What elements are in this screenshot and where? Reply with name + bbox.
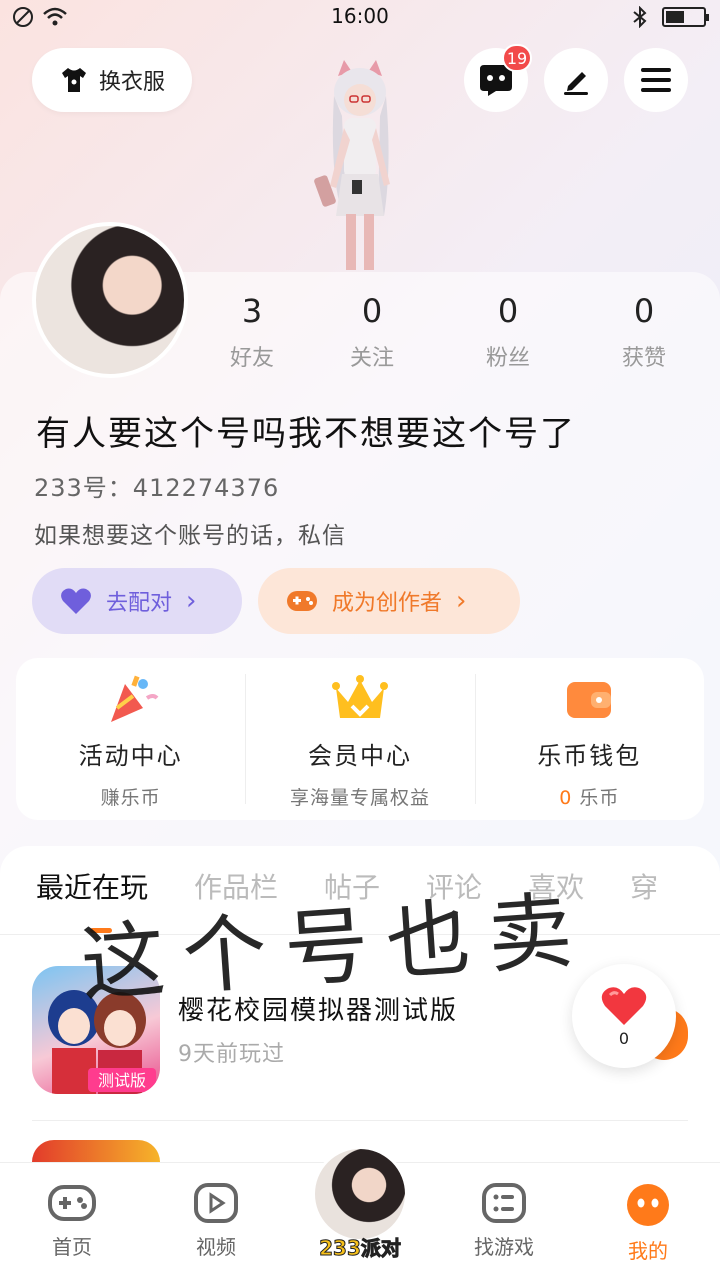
stat-friends[interactable]: 3 好友 [192,292,312,372]
nav-label: 视频 [196,1235,236,1259]
pair-button-label: 去配对 [106,591,173,616]
gamepad-icon [48,1185,96,1221]
divider [32,1120,688,1121]
wallet-icon [567,682,612,718]
avatar[interactable] [32,222,188,378]
service-title: 活动中心 [78,742,183,770]
stat-following[interactable]: 0 关注 [312,292,432,372]
member-center[interactable]: 会员中心 享海量专属权益 [245,658,474,820]
stat-value: 0 [497,292,519,330]
bio-text: 如果想要这个账号的话，私信 [34,523,346,549]
username: 有人要这个号吗我不想要这个号了 [36,414,576,454]
pair-button[interactable]: 去配对 › [32,568,242,634]
chevron-right-icon: › [186,586,197,616]
nav-find-games[interactable]: 找游戏 [432,1163,576,1280]
stat-label: 粉丝 [485,346,530,371]
coin-wallet[interactable]: 乐币钱包 0 乐币 [474,658,704,820]
battery-icon [662,7,709,27]
creator-button-label: 成为创作者 [332,591,443,616]
play-icon [194,1183,238,1223]
stat-value: 0 [633,292,655,330]
stat-label: 好友 [229,346,274,371]
next-game-icon[interactable] [32,1140,160,1162]
menu-button[interactable] [624,48,688,112]
service-subtitle: 享海量专属权益 [289,787,430,809]
gamepad-icon [287,591,317,611]
nav-label: 找游戏 [474,1235,534,1259]
handwritten-overlay: 这个号也卖 [78,880,650,1013]
clock: 16:00 [331,4,389,28]
nav-home[interactable]: 首页 [0,1163,144,1280]
service-subtitle: 0 乐币 [559,783,619,810]
service-subtitle: 赚乐币 [100,787,161,809]
nav-label: 我的 [628,1239,668,1263]
hamburger-icon [641,68,671,92]
stat-label: 关注 [349,346,394,371]
overlay-text: 这个号也卖 [77,880,594,1014]
like-count: 0 [618,1028,630,1048]
stat-label: 获赞 [621,346,666,371]
activity-center[interactable]: 活动中心 赚乐币 [16,658,245,820]
stat-value: 0 [361,292,383,330]
crown-icon [331,675,388,718]
edit-profile-button[interactable] [544,48,608,112]
avatar-figure[interactable] [300,56,420,272]
status-bar: 16:00 [0,0,720,34]
bluetooth-icon [633,6,647,28]
shirt-icon [61,68,86,92]
coin-balance: 0 [559,787,573,809]
messages-button[interactable]: 19 [464,44,532,112]
nav-label: 首页 [52,1235,92,1259]
user-id[interactable]: 233号：412274376 [34,468,279,503]
character-image [314,60,390,270]
nav-video[interactable]: 视频 [144,1163,288,1280]
stat-value: 3 [241,292,263,330]
message-count-badge: 19 [502,44,532,72]
profile-face-icon [627,1184,669,1226]
change-outfit-label: 换衣服 [98,70,165,95]
stat-fans[interactable]: 0 粉丝 [448,292,568,372]
nav-mine[interactable]: 我的 [576,1163,720,1280]
stat-likes[interactable]: 0 获赞 [584,292,704,372]
party-avatar[interactable] [312,1146,408,1242]
heart-icon [61,588,91,614]
coin-unit: 乐币 [579,787,620,809]
chevron-right-icon: › [456,586,467,616]
service-title: 会员中心 [307,742,412,770]
party-label[interactable]: 233派对 [300,1232,420,1261]
party-popper-icon [110,675,159,722]
service-title: 乐币钱包 [537,742,642,770]
list-icon [482,1183,526,1223]
last-played: 9天前玩过 [178,1042,285,1067]
game-icon-badge: 测试版 [98,1071,146,1090]
change-outfit-button[interactable]: 换衣服 [32,48,192,112]
pen-icon [564,72,588,95]
become-creator-button[interactable]: 成为创作者 › [258,568,520,634]
services-panel: 活动中心 赚乐币 会员中心 享海量专属权益 乐币钱包 0 乐币 [16,658,704,820]
